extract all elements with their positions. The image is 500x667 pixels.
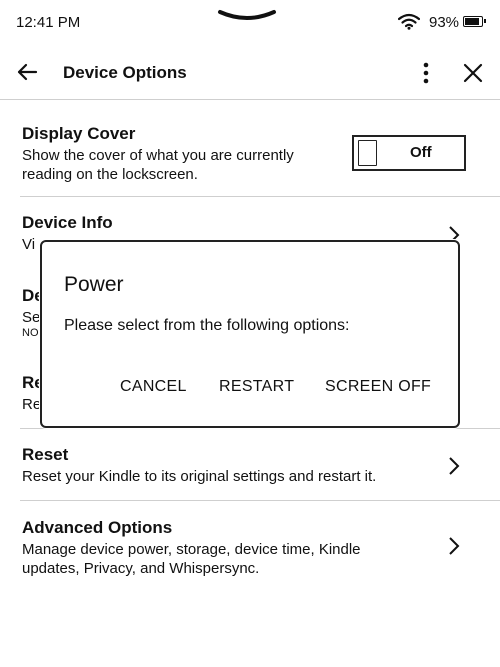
close-icon[interactable] <box>459 59 487 87</box>
dialog-title: Power <box>64 273 124 296</box>
more-vertical-icon[interactable] <box>412 59 440 87</box>
status-bar: 12:41 PM 93% <box>0 0 500 46</box>
power-dialog: Power Please select from the following o… <box>40 240 460 428</box>
chevron-right-icon <box>449 457 460 475</box>
row-description: Reset your Kindle to its original settin… <box>22 468 377 485</box>
cancel-button[interactable]: CANCEL <box>120 378 187 396</box>
settings-row-advanced-options[interactable]: Advanced Options Manage device power, st… <box>22 518 500 578</box>
app-header: Device Options <box>0 46 500 100</box>
row-description-line2: updates, Privacy, and Whispersync. <box>22 560 260 577</box>
row-title: Device Info <box>22 213 113 232</box>
dialog-message: Please select from the following options… <box>64 317 350 334</box>
divider <box>20 428 500 429</box>
wifi-icon <box>398 13 420 30</box>
page-title: Device Options <box>63 63 187 82</box>
back-arrow-icon[interactable] <box>14 59 40 85</box>
display-cover-toggle[interactable]: Off <box>352 135 466 171</box>
row-title: Advanced Options <box>22 518 173 537</box>
toggle-knob <box>358 140 377 166</box>
settings-row-reset[interactable]: Reset Reset your Kindle to its original … <box>22 445 500 486</box>
divider <box>20 196 500 197</box>
battery-percent: 93% <box>429 14 460 31</box>
status-time: 12:41 PM <box>16 14 81 31</box>
divider <box>20 500 500 501</box>
restart-button[interactable]: RESTART <box>219 378 294 396</box>
pull-down-handle-icon[interactable] <box>216 6 278 26</box>
screen-off-button[interactable]: SCREEN OFF <box>325 378 431 396</box>
battery-nub <box>483 19 486 23</box>
row-description-line1: Manage device power, storage, device tim… <box>22 541 361 558</box>
chevron-right-icon <box>449 537 460 555</box>
toggle-label: Off <box>410 144 432 161</box>
battery-icon <box>463 16 486 27</box>
row-title: Reset <box>22 445 69 464</box>
battery-fill <box>465 18 479 25</box>
